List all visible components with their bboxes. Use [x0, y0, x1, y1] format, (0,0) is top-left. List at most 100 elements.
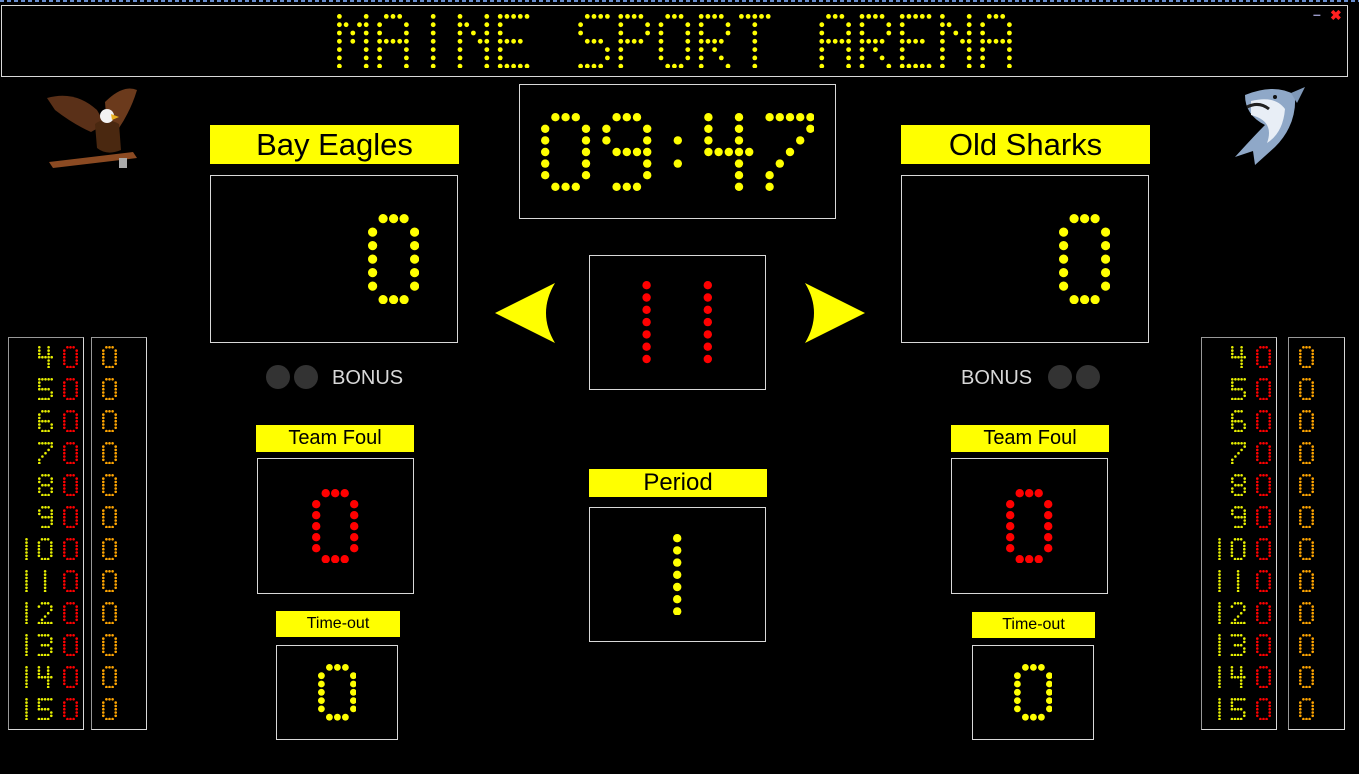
- player-fouls: 0: [63, 410, 78, 433]
- dot-matrix-glyphs: [25, 538, 54, 561]
- dot-matrix-glyphs: [317, 664, 357, 721]
- guest-player-points-panel: 0 0 0 0 0 0 0 0 0 0 0 0: [1288, 337, 1345, 730]
- player-row[interactable]: 12 0: [9, 600, 83, 625]
- player-number: 10: [1212, 538, 1247, 561]
- player-points-row[interactable]: 0: [1289, 344, 1344, 369]
- player-row[interactable]: 40: [9, 344, 83, 369]
- player-number: 6: [1231, 410, 1246, 433]
- minimize-icon[interactable]: –: [1313, 6, 1321, 22]
- player-fouls: 0: [1256, 634, 1271, 657]
- player-points-row[interactable]: 0: [1289, 568, 1344, 593]
- player-row[interactable]: 11 0: [1202, 568, 1276, 593]
- player-points: 0: [1299, 410, 1314, 433]
- dot-matrix-glyphs: [38, 506, 53, 529]
- player-row[interactable]: 80: [1202, 472, 1276, 497]
- player-points: 0: [102, 698, 117, 721]
- player-fouls: 0: [1256, 346, 1271, 369]
- dot-matrix-glyphs: [1299, 506, 1314, 529]
- player-points-row[interactable]: 0: [1289, 600, 1344, 625]
- player-points-row[interactable]: 0: [92, 376, 146, 401]
- arrow-right-icon[interactable]: [805, 283, 867, 345]
- player-points-row[interactable]: 0: [1289, 472, 1344, 497]
- player-row[interactable]: 15 0: [1202, 696, 1276, 721]
- player-fouls: 0: [63, 442, 78, 465]
- player-row[interactable]: 40: [1202, 344, 1276, 369]
- player-points-row[interactable]: 0: [1289, 408, 1344, 433]
- player-fouls: 0: [63, 538, 78, 561]
- player-points-row[interactable]: 0: [92, 536, 146, 561]
- player-row[interactable]: 10 0: [9, 536, 83, 561]
- player-row[interactable]: 15 0: [9, 696, 83, 721]
- player-row[interactable]: 90: [9, 504, 83, 529]
- player-points: 0: [102, 538, 117, 561]
- dot-matrix-glyphs: [1256, 474, 1271, 497]
- player-number: 7: [1231, 442, 1246, 465]
- player-number: 14: [1212, 666, 1247, 689]
- player-points-row[interactable]: 0: [92, 632, 146, 657]
- close-icon[interactable]: ✖: [1330, 7, 1342, 24]
- period-label: Period: [589, 469, 767, 497]
- player-points-row[interactable]: 0: [1289, 440, 1344, 465]
- player-row[interactable]: 80: [9, 472, 83, 497]
- player-row[interactable]: 60: [1202, 408, 1276, 433]
- player-row[interactable]: 10 0: [1202, 536, 1276, 561]
- player-points: 0: [102, 634, 117, 657]
- player-points-row[interactable]: 0: [1289, 376, 1344, 401]
- player-points-row[interactable]: 0: [92, 344, 146, 369]
- player-number: 9: [1231, 506, 1246, 529]
- dot-matrix-glyphs: [1299, 538, 1314, 561]
- player-points-row[interactable]: 0: [1289, 696, 1344, 721]
- player-fouls: 0: [63, 346, 78, 369]
- dot-matrix-glyphs: [63, 506, 78, 529]
- player-row[interactable]: 50: [9, 376, 83, 401]
- player-points-row[interactable]: 0: [92, 600, 146, 625]
- home-player-points-panel: 0 0 0 0 0 0 0 0 0 0 0 0: [91, 337, 147, 730]
- player-row[interactable]: 90: [1202, 504, 1276, 529]
- player-points-row[interactable]: 0: [92, 440, 146, 465]
- player-row[interactable]: 13 0: [9, 632, 83, 657]
- player-fouls: 0: [63, 634, 78, 657]
- dot-matrix-glyphs: [102, 538, 117, 561]
- player-row[interactable]: 14 0: [1202, 664, 1276, 689]
- player-points: 0: [1299, 538, 1314, 561]
- arrow-left-icon[interactable]: [495, 283, 557, 345]
- player-fouls: 0: [1256, 442, 1271, 465]
- game-clock: 09:47: [540, 112, 815, 191]
- dot-matrix-glyphs: [102, 410, 117, 433]
- player-points-row[interactable]: 0: [92, 696, 146, 721]
- dot-matrix-glyphs: [38, 378, 53, 401]
- player-points-row[interactable]: 0: [92, 568, 146, 593]
- dot-matrix-glyphs: [642, 281, 713, 364]
- player-points-row[interactable]: 0: [92, 664, 146, 689]
- player-points-row[interactable]: 0: [1289, 536, 1344, 561]
- player-row[interactable]: 60: [9, 408, 83, 433]
- player-row[interactable]: 70: [1202, 440, 1276, 465]
- player-row[interactable]: 14 0: [9, 664, 83, 689]
- player-fouls: 0: [63, 506, 78, 529]
- dot-matrix-glyphs: [1299, 602, 1314, 625]
- dot-matrix-glyphs: [1218, 538, 1247, 561]
- player-points-row[interactable]: 0: [92, 504, 146, 529]
- guest-team-foul-label: Team Foul: [951, 425, 1109, 452]
- player-row[interactable]: 70: [9, 440, 83, 465]
- player-points-row[interactable]: 0: [1289, 632, 1344, 657]
- player-row[interactable]: 12 0: [1202, 600, 1276, 625]
- player-points-row[interactable]: 0: [1289, 504, 1344, 529]
- dot-matrix-glyphs: [102, 506, 117, 529]
- dot-matrix-glyphs: [63, 410, 78, 433]
- player-points-row[interactable]: 0: [1289, 664, 1344, 689]
- dot-matrix-glyphs: [38, 442, 53, 465]
- dot-matrix-glyphs: [1256, 634, 1271, 657]
- player-row[interactable]: 11 0: [9, 568, 83, 593]
- player-row[interactable]: 50: [1202, 376, 1276, 401]
- period-display: 1: [589, 507, 766, 642]
- dot-matrix-glyphs: [1299, 474, 1314, 497]
- player-points-row[interactable]: 0: [92, 408, 146, 433]
- player-points-row[interactable]: 0: [92, 472, 146, 497]
- dot-matrix-glyphs: [337, 13, 1012, 69]
- player-row[interactable]: 13 0: [1202, 632, 1276, 657]
- dot-matrix-glyphs: [1256, 442, 1271, 465]
- player-points: 0: [1299, 698, 1314, 721]
- player-points: 0: [102, 442, 117, 465]
- player-fouls: 0: [63, 474, 78, 497]
